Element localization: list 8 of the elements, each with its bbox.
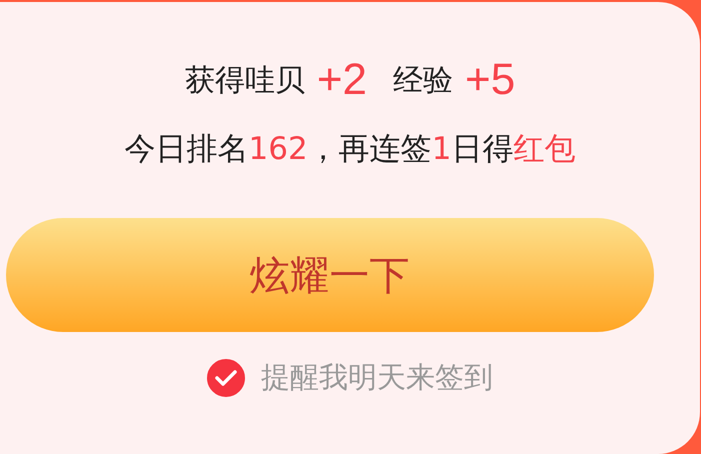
- reminder-label[interactable]: 提醒我明天来签到: [261, 358, 493, 398]
- streak-message: 今日排名 162，再连签1 日得红包: [124, 130, 576, 169]
- reward-label: 经验: [393, 62, 453, 100]
- share-button[interactable]: 炫耀一下: [6, 218, 654, 332]
- reward-label: 获得哇贝: [184, 62, 305, 100]
- reward-value: +2: [316, 55, 367, 105]
- reward-value: +5: [465, 55, 516, 105]
- checkbox[interactable]: [207, 359, 245, 397]
